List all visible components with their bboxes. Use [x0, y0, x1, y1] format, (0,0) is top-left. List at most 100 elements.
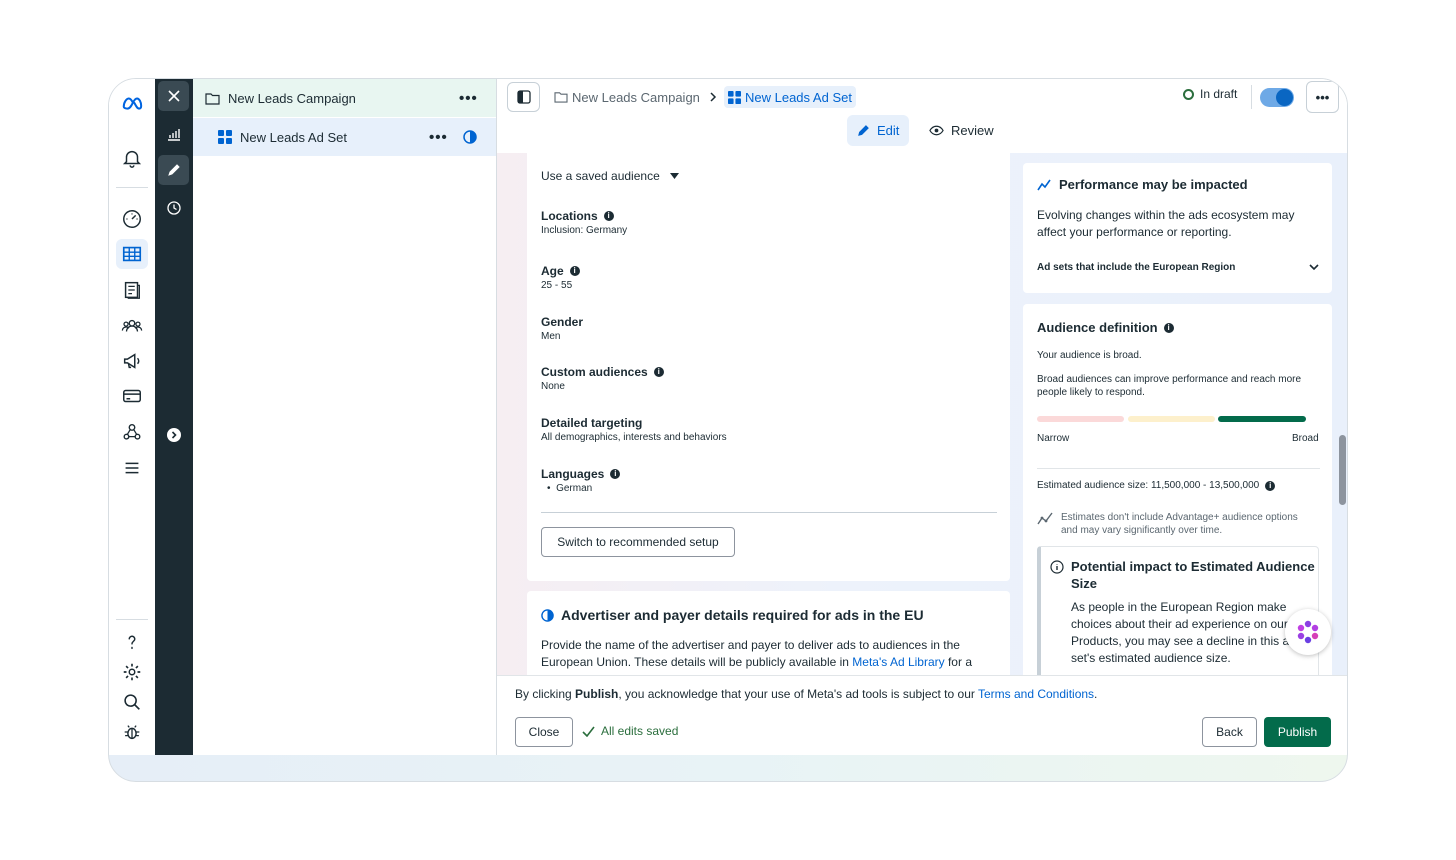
adset-grid-icon — [728, 90, 741, 104]
breadcrumb-campaign[interactable]: New Leads Campaign — [554, 86, 700, 108]
detailed-targeting-value: All demographics, interests and behavior… — [541, 432, 727, 443]
custom-audiences-label: Custom audiences — [541, 365, 648, 379]
close-button[interactable]: Close — [515, 717, 573, 747]
gender-value: Men — [541, 331, 561, 342]
menu-icon[interactable] — [116, 453, 148, 483]
expand-chevron-icon[interactable] — [158, 420, 189, 450]
tree-campaign-label: New Leads Campaign — [228, 90, 356, 106]
check-icon — [582, 726, 595, 737]
toggle-panel-button[interactable] — [507, 82, 540, 112]
gauge-icon[interactable] — [116, 204, 148, 234]
nav-separator — [116, 187, 148, 188]
adset-toggle[interactable] — [1260, 88, 1294, 107]
publish-button[interactable]: Publish — [1264, 717, 1331, 747]
folder-icon — [205, 92, 220, 105]
tree-item-campaign[interactable]: New Leads Campaign ••• — [193, 79, 496, 117]
help-icon[interactable] — [116, 627, 148, 657]
info-icon[interactable]: i — [569, 266, 580, 276]
switch-recommended-button[interactable]: Switch to recommended setup — [541, 527, 735, 557]
pages-icon[interactable] — [116, 275, 148, 305]
locations-heading: Locations i — [541, 209, 614, 223]
adset-more-icon[interactable]: ••• — [429, 129, 448, 146]
bug-icon[interactable] — [116, 717, 148, 747]
audience-definition-card: Audience definition i Your audience is br… — [1023, 304, 1332, 675]
info-icon[interactable]: i — [1265, 480, 1276, 491]
info-icon[interactable]: i — [603, 211, 614, 221]
tab-review-label: Review — [951, 123, 994, 138]
eu-card-text: Provide the name of the advertiser and p… — [541, 637, 991, 671]
more-options-button[interactable]: ••• — [1306, 81, 1339, 113]
gear-icon[interactable] — [116, 657, 148, 687]
saved-audience-dropdown[interactable]: Use a saved audience — [541, 169, 679, 183]
eu-text-after: for a — [944, 655, 972, 669]
info-icon[interactable]: i — [610, 469, 621, 479]
tab-edit[interactable]: Edit — [847, 115, 910, 146]
breadcrumb-campaign-label: New Leads Campaign — [572, 89, 700, 105]
estimated-size-row: Estimated audience size: 11,500,000 - 13… — [1037, 480, 1276, 491]
consent-end: . — [1094, 687, 1098, 701]
editor-main: New Leads Campaign New Leads Ad Set In d… — [497, 79, 1347, 755]
breadcrumb-adset-label: New Leads Ad Set — [745, 89, 852, 105]
trend-line-icon — [1037, 512, 1053, 525]
saved-status: All edits saved — [582, 724, 678, 738]
estimates-note-part2: and may vary significantly over time. — [1061, 525, 1223, 536]
audience-card: Use a saved audience Locations i Inclusio… — [527, 153, 1010, 581]
app-surface: New Leads Campaign ••• New Leads Ad Set … — [109, 79, 1347, 755]
locations-label: Locations — [541, 209, 598, 223]
consent-before: By clicking — [515, 687, 576, 701]
network-icon[interactable] — [116, 417, 148, 447]
card-icon[interactable] — [116, 381, 148, 411]
languages-value-item: • German — [547, 483, 593, 494]
half-circle-status-icon — [541, 608, 554, 622]
chevron-down-icon — [1309, 264, 1319, 271]
performance-title: Performance may be impacted — [1059, 177, 1248, 192]
meter-narrow-segment — [1037, 416, 1124, 422]
info-icon[interactable]: i — [653, 367, 664, 377]
tab-review[interactable]: Review — [919, 115, 1004, 146]
sidebar-icon — [516, 90, 531, 104]
tab-edit-label: Edit — [877, 123, 900, 138]
estimated-size: Estimated audience size: 11,500,000 - 13… — [1037, 480, 1260, 491]
status-ring-icon — [1183, 88, 1194, 100]
clock-icon[interactable] — [158, 193, 189, 223]
bell-icon[interactable] — [116, 143, 148, 173]
caret-down-icon — [669, 173, 679, 179]
ad-library-link[interactable]: Meta's Ad Library — [852, 655, 944, 669]
saved-audience-label: Use a saved audience — [541, 169, 660, 183]
eu-card-title: Advertiser and payer details required fo… — [561, 607, 924, 623]
nav-separator — [116, 619, 148, 620]
editor-footer: By clicking Publish, you acknowledge tha… — [497, 675, 1347, 755]
search-icon[interactable] — [116, 687, 148, 717]
tree-item-adset[interactable]: New Leads Ad Set ••• — [193, 118, 496, 156]
breadcrumb-adset[interactable]: New Leads Ad Set — [724, 86, 856, 108]
megaphone-icon[interactable] — [116, 346, 148, 376]
content-scrollbar[interactable] — [1339, 435, 1346, 505]
meta-logo-icon[interactable] — [116, 89, 148, 119]
age-heading: Age i — [541, 264, 580, 278]
info-outline-icon — [1050, 560, 1064, 574]
expander-label: Ad sets that include the European Region — [1037, 262, 1236, 273]
meter-broad-label: Broad — [1292, 433, 1319, 444]
trend-line-icon — [1037, 179, 1051, 190]
campaign-more-icon[interactable]: ••• — [459, 90, 478, 107]
card-divider — [541, 512, 997, 513]
languages-label: Languages — [541, 467, 605, 481]
close-icon[interactable] — [158, 81, 189, 111]
pencil-icon[interactable] — [158, 155, 189, 185]
table-icon[interactable] — [116, 239, 148, 269]
info-icon[interactable]: i — [1163, 322, 1174, 333]
european-region-expander[interactable]: Ad sets that include the European Region — [1037, 262, 1319, 273]
toggle-knob — [1276, 89, 1293, 106]
draft-status: In draft — [1183, 87, 1237, 101]
definition-broad: Your audience is broad. — [1037, 350, 1142, 361]
impact-title: Potential impact to Estimated Audience S… — [1071, 559, 1315, 591]
editor-topbar: New Leads Campaign New Leads Ad Set In d… — [497, 79, 1347, 153]
eu-card-header: Advertiser and payer details required fo… — [541, 607, 924, 623]
assistant-button[interactable] — [1285, 609, 1331, 655]
back-button[interactable]: Back — [1202, 717, 1257, 747]
bar-chart-icon[interactable] — [158, 119, 189, 149]
meter-broad-segment — [1218, 416, 1306, 422]
locations-value: Inclusion: Germany — [541, 225, 628, 236]
people-icon[interactable] — [116, 311, 148, 341]
terms-link[interactable]: Terms and Conditions — [978, 687, 1094, 701]
